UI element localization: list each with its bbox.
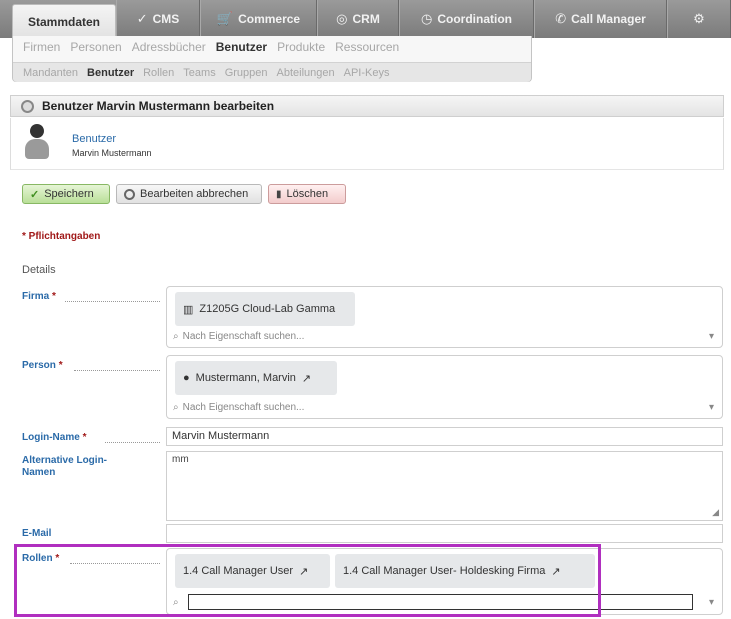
tab-call-manager-label: Call Manager xyxy=(571,12,646,26)
entity-name: Marvin Mustermann xyxy=(72,148,152,158)
firma-search[interactable]: ⌕ Nach Eigenschaft suchen... xyxy=(173,331,304,342)
filter-icon[interactable]: ▾ xyxy=(709,402,714,413)
submenu-item-rollen[interactable]: Rollen xyxy=(143,67,174,79)
phone-icon: ✆ xyxy=(555,11,567,26)
submenu-item-abteilungen[interactable]: Abteilungen xyxy=(277,67,335,79)
open-link-icon[interactable]: ↗ xyxy=(302,372,311,385)
submenu-item-benutzer[interactable]: Benutzer xyxy=(216,40,267,54)
submenu-item-personen[interactable]: Personen xyxy=(70,40,121,54)
highlight-frame xyxy=(14,544,601,617)
person-icon: ● xyxy=(183,372,190,384)
submenu-item-ressourcen[interactable]: Ressourcen xyxy=(335,40,399,54)
email-input[interactable] xyxy=(166,524,723,543)
submenu-panel: Firmen Personen Adressbücher Benutzer Pr… xyxy=(12,36,532,82)
label-divider xyxy=(74,370,160,371)
submenu-item-produkte[interactable]: Produkte xyxy=(277,40,325,54)
submenu-row-secondary: Mandanten Benutzer Rollen Teams Gruppen … xyxy=(13,62,531,82)
user-avatar-icon xyxy=(23,124,51,162)
label-divider xyxy=(65,301,160,302)
top-navigation: Stammdaten ✓ CMS 🛒 Commerce ◎ CRM ◷ Coor… xyxy=(0,0,731,38)
tab-commerce[interactable]: 🛒 Commerce xyxy=(200,0,317,38)
submenu-item-benutzer-sub[interactable]: Benutzer xyxy=(87,67,134,79)
tab-stammdaten-label: Stammdaten xyxy=(27,14,101,29)
trash-icon: ▮ xyxy=(276,188,282,200)
gear-icon: ⚙ xyxy=(693,11,705,26)
tab-stammdaten[interactable]: Stammdaten xyxy=(12,4,116,38)
submenu-item-adressbuecher[interactable]: Adressbücher xyxy=(132,40,206,54)
search-icon: ⌕ xyxy=(173,402,179,413)
tab-settings[interactable]: ⚙ xyxy=(667,0,731,38)
firma-search-placeholder: Nach Eigenschaft suchen... xyxy=(182,331,305,342)
label-divider xyxy=(105,442,160,443)
delete-button-label: Löschen xyxy=(286,188,329,200)
tab-crm[interactable]: ◎ CRM xyxy=(317,0,399,38)
submenu-item-firmen[interactable]: Firmen xyxy=(23,40,60,54)
tab-coordination[interactable]: ◷ Coordination xyxy=(399,0,534,38)
alt-login-label: Alternative Login-Namen xyxy=(22,455,108,478)
resize-handle-icon[interactable]: ◢ xyxy=(712,507,719,518)
alt-login-textarea[interactable]: mm ◢ xyxy=(166,451,723,521)
required-fields-note: * Pflichtangaben xyxy=(22,231,101,242)
save-button[interactable]: ✓ Speichern xyxy=(22,184,110,204)
cart-icon: 🛒 xyxy=(216,11,234,26)
panel-header: Benutzer Marvin Mustermann bearbeiten xyxy=(10,95,724,117)
login-name-label: Login-Name * xyxy=(22,432,87,443)
panel-title: Benutzer Marvin Mustermann bearbeiten xyxy=(42,99,275,113)
tab-cms[interactable]: ✓ CMS xyxy=(116,0,200,38)
person-chip-label: Mustermann, Marvin xyxy=(195,372,296,384)
submenu-item-teams[interactable]: Teams xyxy=(183,67,215,79)
tab-commerce-label: Commerce xyxy=(238,12,301,26)
crm-icon: ◎ xyxy=(336,11,348,26)
person-search[interactable]: ⌕ Nach Eigenschaft suchen... xyxy=(173,402,304,413)
cancel-icon xyxy=(124,188,135,200)
entity-summary: Benutzer Marvin Mustermann xyxy=(10,118,724,170)
submenu-row-primary: Firmen Personen Adressbücher Benutzer Pr… xyxy=(23,40,399,54)
tab-cms-label: CMS xyxy=(152,12,180,26)
firma-chip-label: Z1205G Cloud-Lab Gamma xyxy=(199,303,336,315)
entity-type-link[interactable]: Benutzer xyxy=(72,133,116,145)
submenu-item-gruppen[interactable]: Gruppen xyxy=(225,67,268,79)
search-icon: ⌕ xyxy=(173,331,179,342)
submenu-item-api-keys[interactable]: API-Keys xyxy=(344,67,390,79)
tab-crm-label: CRM xyxy=(352,12,380,26)
firma-chip[interactable]: ▥ Z1205G Cloud-Lab Gamma xyxy=(175,292,355,326)
person-search-placeholder: Nach Eigenschaft suchen... xyxy=(182,402,305,413)
person-chip[interactable]: ● Mustermann, Marvin ↗ xyxy=(175,361,337,395)
tab-call-manager[interactable]: ✆ Call Manager xyxy=(534,0,667,38)
login-name-input[interactable]: Marvin Mustermann xyxy=(166,427,723,446)
settings-icon[interactable] xyxy=(21,99,34,113)
building-icon: ▥ xyxy=(183,303,194,316)
submenu-item-mandanten[interactable]: Mandanten xyxy=(23,67,78,79)
clock-icon: ◷ xyxy=(421,11,433,26)
delete-button[interactable]: ▮ Löschen xyxy=(268,184,346,204)
cancel-edit-button[interactable]: Bearbeiten abbrechen xyxy=(116,184,262,204)
firma-select[interactable]: ▥ Z1205G Cloud-Lab Gamma ⌕ Nach Eigensch… xyxy=(166,286,723,348)
person-label: Person * xyxy=(22,360,63,371)
save-button-label: Speichern xyxy=(44,188,94,200)
filter-icon[interactable]: ▾ xyxy=(709,597,714,608)
email-label: E-Mail xyxy=(22,528,52,539)
cms-icon: ✓ xyxy=(136,11,148,26)
firma-label: Firma * xyxy=(22,291,56,302)
filter-icon[interactable]: ▾ xyxy=(709,331,714,342)
cancel-button-label: Bearbeiten abbrechen xyxy=(140,188,249,200)
tab-coordination-label: Coordination xyxy=(437,12,512,26)
check-icon: ✓ xyxy=(30,188,40,201)
person-select[interactable]: ● Mustermann, Marvin ↗ ⌕ Nach Eigenschaf… xyxy=(166,355,723,419)
alt-login-value: mm xyxy=(172,454,189,465)
section-title: Details xyxy=(22,264,56,276)
